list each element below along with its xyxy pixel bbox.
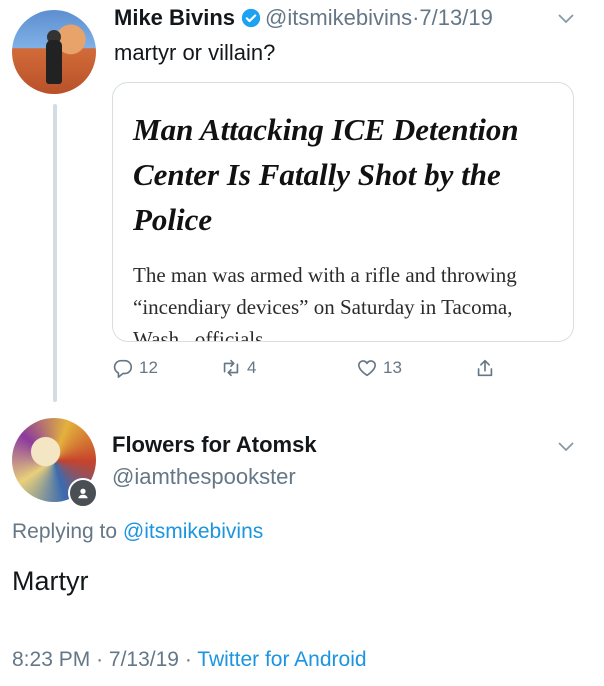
chevron-down-icon[interactable] xyxy=(558,442,574,452)
tweet2-meta: 8:23 PM · 7/13/19 · Twitter for Android xyxy=(12,648,367,672)
like-count: 13 xyxy=(383,358,402,377)
thread-connector-line xyxy=(53,104,57,402)
tweet1-action-bar: 12 4 13 xyxy=(112,357,582,387)
retweet-button[interactable]: 4 xyxy=(220,357,256,379)
link-preview-card[interactable]: Man Attacking ICE Detention Center Is Fa… xyxy=(112,82,574,342)
verified-badge-icon xyxy=(241,8,261,28)
share-icon xyxy=(477,359,493,377)
tweet2-source-link[interactable]: Twitter for Android xyxy=(197,648,366,671)
share-button[interactable] xyxy=(474,357,501,379)
tweet1-separator: · xyxy=(412,5,420,30)
replying-to-mention[interactable]: @itsmikebivins xyxy=(123,520,263,543)
tweet2-meta-separator-2: · xyxy=(184,648,192,671)
tweet2-meta-separator: · xyxy=(96,648,104,671)
tweet2-author-name[interactable]: Flowers for Atomsk xyxy=(112,432,317,458)
profile-badge-icon xyxy=(68,478,98,508)
tweet1-header: Mike Bivins @itsmikebivins · 7/13/19 xyxy=(114,5,493,31)
tweet2-author-handle[interactable]: @iamthespookster xyxy=(112,464,296,490)
reply-button[interactable]: 12 xyxy=(112,357,158,379)
tweet2-time: 8:23 PM xyxy=(12,648,91,671)
tweet1-author-handle[interactable]: @itsmikebivins xyxy=(265,5,412,31)
like-icon xyxy=(357,360,377,377)
reply-icon xyxy=(113,359,133,378)
chevron-down-icon[interactable] xyxy=(558,14,574,24)
tweet1-author-name[interactable]: Mike Bivins xyxy=(114,5,235,31)
avatar-mike-bivins[interactable] xyxy=(12,10,96,94)
tweet2-text: Martyr xyxy=(12,566,89,596)
card-description: The man was armed with a rifle and throw… xyxy=(133,263,517,342)
tweet2-date: 7/13/19 xyxy=(108,648,179,671)
replying-to-line: Replying to @itsmikebivins xyxy=(12,520,263,544)
reply-count: 12 xyxy=(139,358,158,377)
replying-to-label: Replying to xyxy=(12,520,118,543)
tweet1-date[interactable]: 7/13/19 xyxy=(419,5,492,31)
retweet-icon xyxy=(223,359,239,377)
avatar-figure-body xyxy=(46,40,62,84)
tweet1-text: martyr or villain? xyxy=(114,40,276,65)
card-headline: Man Attacking ICE Detention Center Is Fa… xyxy=(133,112,519,237)
like-button[interactable]: 13 xyxy=(356,357,402,379)
retweet-count: 4 xyxy=(247,358,257,377)
